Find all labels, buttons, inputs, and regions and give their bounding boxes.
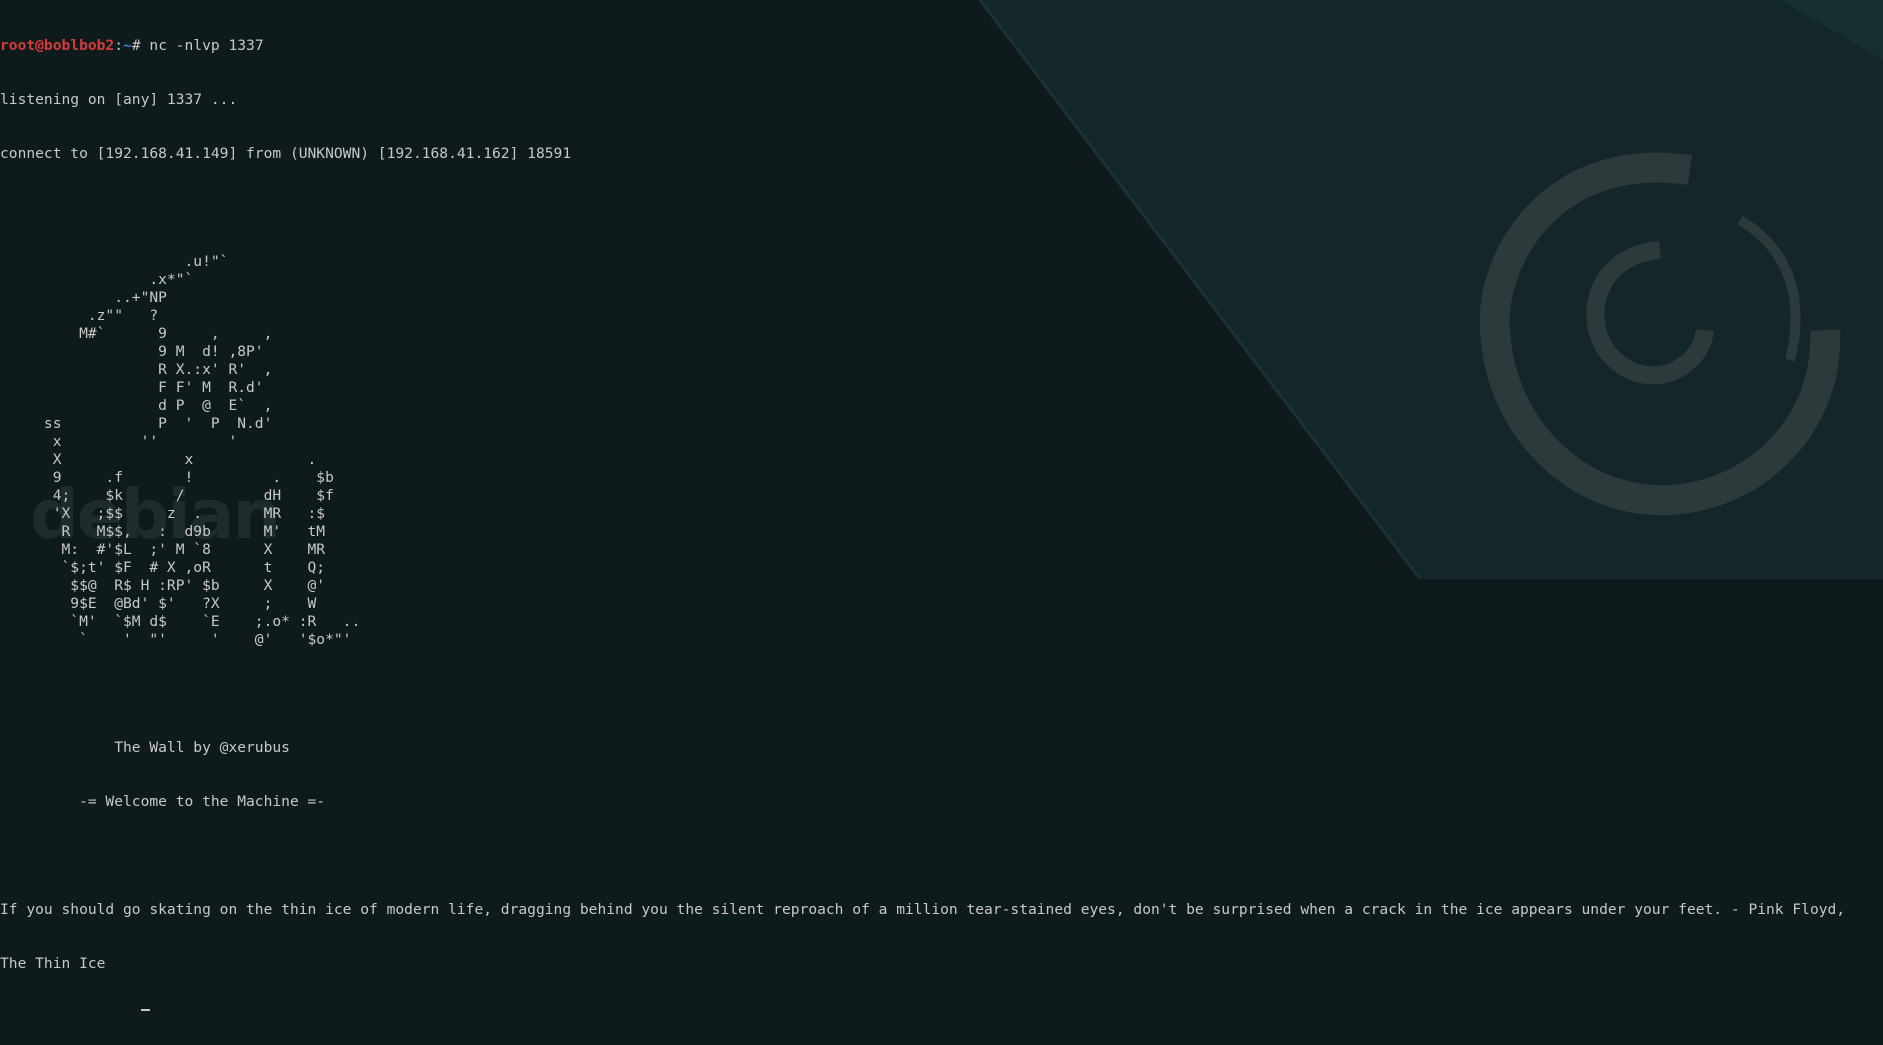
ascii-art-line: `$;t' $F # X ,oR t Q; [0, 559, 326, 576]
ascii-art-line: F F' M R.d' [0, 379, 264, 396]
ascii-art-line: 'X ;$$ z . MR :$ [0, 505, 326, 522]
banner-title: The Wall by @xerubus [0, 739, 290, 756]
ascii-art-line: M: #'$L ;' M `8 X MR [0, 541, 326, 558]
prompt-symbol: # [131, 37, 150, 54]
message-quote-line2: The Thin Ice [0, 955, 106, 972]
text-cursor [140, 1009, 150, 1011]
output-listening: listening on [any] 1337 ... [0, 91, 238, 108]
banner-welcome: -= Welcome to the Machine =- [0, 793, 326, 810]
ascii-art-line: .x*"` [0, 271, 194, 288]
ascii-art-line: d P @ E` , [0, 397, 273, 414]
ascii-art-line: X x . [0, 451, 317, 468]
terminal-window[interactable]: root@boblbob2:~# nc -nlvp 1337 listening… [0, 1, 1845, 1045]
ascii-art-line: R M$$, : d9b M' tM [0, 523, 326, 540]
prompt-path: ~ [123, 37, 132, 54]
cursor-line [0, 1009, 1845, 1027]
prompt-separator: : [114, 37, 124, 54]
prompt-user-host: root@boblbob2 [0, 37, 115, 54]
prompt-command: nc -nlvp 1337 [149, 37, 264, 54]
ascii-art-line: M#` 9 , , [0, 325, 273, 342]
ascii-art-line: .z"" ? [0, 307, 159, 324]
ascii-art-line: $$@ R$ H :RP' $b X @' [0, 577, 326, 594]
ascii-art-line: R X.:x' R' , [0, 361, 273, 378]
ascii-art-line: 4; $k / dH $f [0, 487, 334, 504]
ascii-art-line: 9 .f ! . $b [0, 469, 334, 486]
ascii-art-line: ..+"NP [0, 289, 167, 306]
cursor-indent [0, 1009, 141, 1026]
ascii-art-line: ss P ' P N.d' [0, 415, 273, 432]
ascii-art-line: x '' ' [0, 433, 238, 450]
ascii-art-line: `M' `$M d$ `E ;.o* :R .. [0, 613, 361, 630]
ascii-art-line: .u!"` [0, 253, 229, 270]
ascii-art-line: 9 M d! ,8P' [0, 343, 264, 360]
ascii-art-line: ` ' "' ' @' '$o*"' [0, 631, 352, 648]
ascii-art-line: 9$E @Bd' $' ?X ; W [0, 595, 317, 612]
ascii-art-wall: .u!"` .x*"` ..+"NP .z"" ? M#` 9 , , 9 M … [0, 253, 1845, 649]
terminal-prompt-line: root@boblbob2:~# nc -nlvp 1337 [0, 37, 1845, 55]
output-connect: connect to [192.168.41.149] from (UNKNOW… [0, 145, 572, 162]
message-quote-line1: If you should go skating on the thin ice… [0, 901, 1846, 918]
